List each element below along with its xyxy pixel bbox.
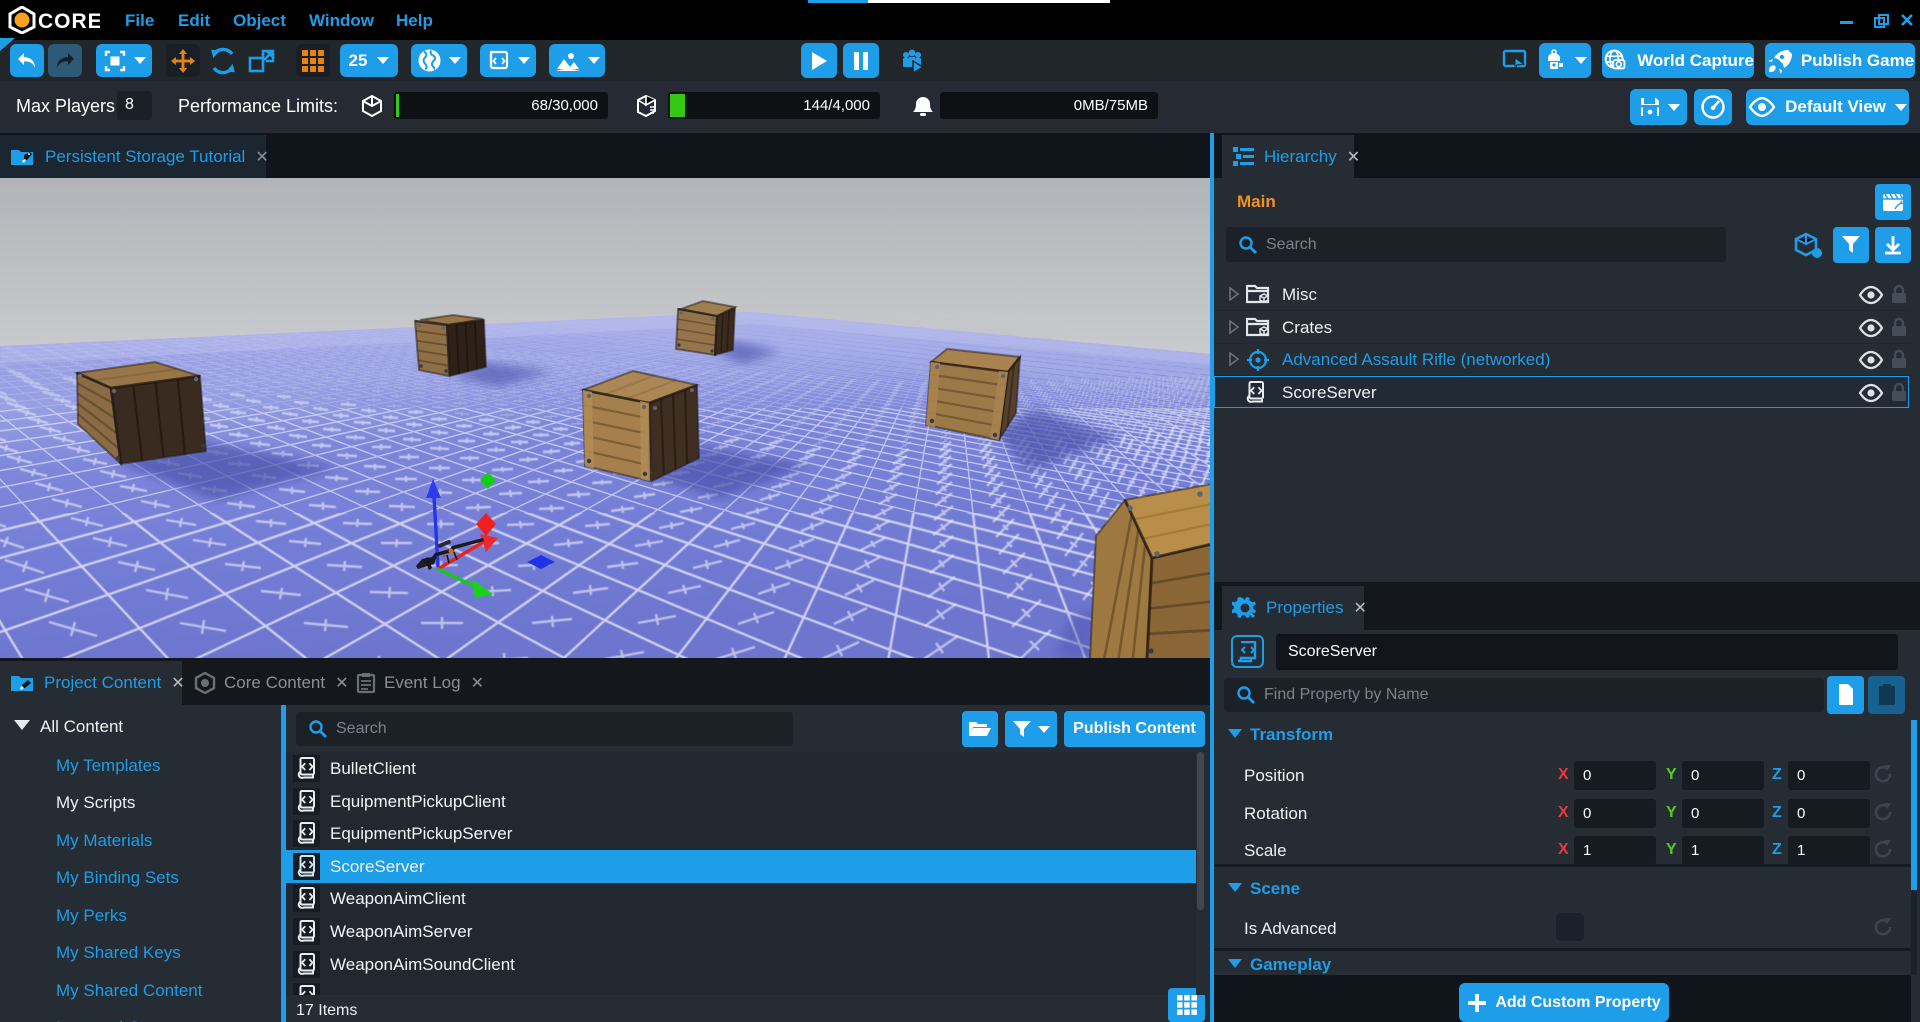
svg-text:CORE: CORE — [38, 10, 100, 33]
